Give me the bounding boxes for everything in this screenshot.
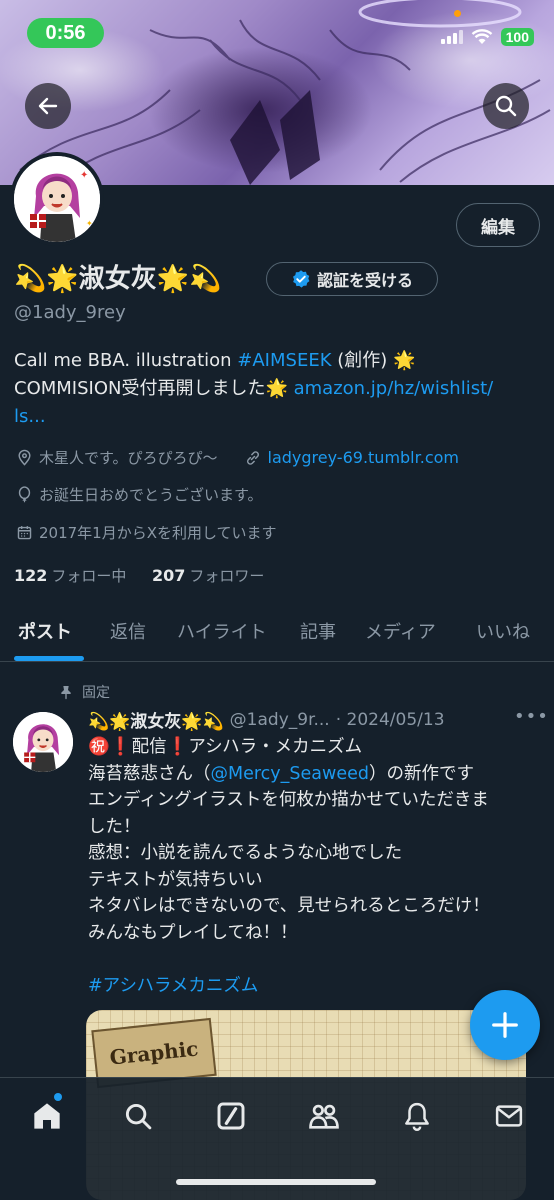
nav-home[interactable] <box>24 1096 70 1136</box>
profile-tabs: ポスト 返信 ハイライト 記事 メディア いいね <box>0 600 554 662</box>
profile-handle: @1ady_9rey <box>14 302 126 323</box>
messages-icon <box>495 1105 523 1127</box>
tab-replies[interactable]: 返信 <box>110 618 146 644</box>
following-link[interactable]: 122 フォロー中 <box>14 566 127 585</box>
mention-link[interactable]: @Mercy_Seaweed <box>211 764 369 784</box>
notification-dot <box>54 1093 62 1101</box>
post-line: 海苔慈悲さん（@Mercy_Seaweed）の新作です <box>88 761 538 788</box>
battery-indicator: 100 <box>500 28 534 46</box>
post-author-name[interactable]: 💫🌟淑女灰🌟💫 <box>88 707 224 732</box>
tab-media[interactable]: メディア <box>365 618 436 644</box>
bio-hashtag-link[interactable]: #AIMSEEK <box>237 350 331 371</box>
back-button[interactable] <box>25 83 71 129</box>
post-line: エンディングイラストを何枚か描かせていただきま <box>88 790 489 810</box>
post-body: ㊗️❗️配信❗️アシハラ・メカニズム 海苔慈悲さん（@Mercy_Seaweed… <box>88 734 538 999</box>
search-button[interactable] <box>483 83 529 129</box>
nav-notifications[interactable] <box>394 1096 440 1136</box>
svg-text:✦: ✦ <box>86 219 93 228</box>
nav-messages[interactable] <box>486 1096 532 1136</box>
notifications-icon <box>405 1102 429 1131</box>
post-line: テキストが気持ちいい <box>88 869 263 890</box>
post-text-segment: 海苔慈悲さん（ <box>88 763 211 784</box>
post-date[interactable]: · 2024/05/13 <box>336 710 445 730</box>
followers-label: フォロワー <box>189 567 265 585</box>
pinned-text: 固定 <box>82 685 110 701</box>
bio-wishlist-link-cont[interactable]: ls... <box>14 406 46 427</box>
tab-articles[interactable]: 記事 <box>300 618 336 644</box>
post-line: ネタバレはできないので、見せられるところだけ！ <box>88 896 490 916</box>
nav-explore[interactable] <box>115 1096 161 1136</box>
bio-text: Call me BBA. illustration <box>14 350 238 371</box>
cellular-signal-icon <box>440 30 463 44</box>
post-blank-line <box>88 946 538 973</box>
verified-badge-icon <box>292 270 310 288</box>
search-icon <box>125 1103 152 1130</box>
post-line: みんなもプレイしてね！！ <box>88 922 298 943</box>
edit-profile-button[interactable]: 編集 <box>456 203 540 247</box>
tab-posts[interactable]: ポスト <box>18 618 72 644</box>
link-icon <box>246 450 259 465</box>
followers-count: 207 <box>151 566 186 585</box>
profile-meta-row: 木星人です。ぴろぴろぴ〜 ladygrey-69.tumblr.com <box>16 447 459 468</box>
pin-icon <box>61 686 71 700</box>
post-line: 感想：小説を読んでるような心地でした <box>88 843 403 863</box>
wifi-icon <box>471 29 492 44</box>
get-verified-label: 認証を受ける <box>316 271 413 290</box>
compose-button[interactable] <box>470 990 540 1060</box>
post-header: 💫🌟淑女灰🌟💫 @1ady_9r... · 2024/05/13 <box>88 707 445 733</box>
profile-website-link[interactable]: ladygrey-69.tumblr.com <box>268 448 459 467</box>
post-author-avatar[interactable] <box>13 712 73 772</box>
profile-birthday-row: お誕生日おめでとうございます。 <box>16 484 263 505</box>
home-indicator[interactable] <box>176 1179 376 1185</box>
tab-likes[interactable]: いいね <box>476 618 530 644</box>
nav-grok[interactable] <box>208 1096 254 1136</box>
bio-wishlist-link[interactable]: amazon.jp/hz/wishlist/ <box>294 378 494 399</box>
avatar-illustration: ✦ ✦ <box>14 156 100 242</box>
balloon-icon <box>18 486 31 503</box>
search-icon <box>495 95 517 117</box>
profile-birthday: お誕生日おめでとうございます。 <box>39 486 263 504</box>
followers-link[interactable]: 207 フォロワー <box>151 566 265 585</box>
post-author-handle[interactable]: @1ady_9r... <box>230 710 330 730</box>
post-text-segment: ）の新作です <box>368 763 474 784</box>
post-hashtag-link[interactable]: #アシハラメカニズム <box>88 973 538 1000</box>
communities-icon <box>309 1104 339 1129</box>
bio-text: (創作) 🌟 <box>331 350 416 371</box>
status-time: 0:56 <box>27 18 104 48</box>
profile-name: 💫🌟淑女灰🌟💫 <box>14 264 222 294</box>
nav-communities[interactable] <box>301 1096 347 1136</box>
pinned-label: 固定 <box>58 682 110 702</box>
profile-joined-row: 2017年1月からXを利用しています <box>16 522 277 543</box>
plus-icon <box>492 1012 518 1038</box>
follow-stats: 122 フォロー中 207 フォロワー <box>14 565 264 586</box>
grok-icon <box>217 1102 245 1130</box>
get-verified-button[interactable]: 認証を受ける <box>266 262 438 296</box>
recording-indicator <box>454 10 461 17</box>
calendar-icon <box>17 526 32 540</box>
profile-joined-date: 2017年1月からXを利用しています <box>39 524 277 542</box>
avatar-illustration <box>13 712 73 772</box>
active-tab-indicator <box>14 656 84 661</box>
bio-text: COMMISION受付再開しました🌟 <box>14 378 294 399</box>
following-count: 122 <box>14 566 48 585</box>
status-icons: 100 <box>440 28 534 46</box>
post-line: ㊗️❗️配信❗️アシハラ・メカニズム <box>88 737 363 757</box>
post-more-button[interactable]: ••• <box>514 706 549 727</box>
following-label: フォロー中 <box>51 567 127 585</box>
arrow-left-icon <box>38 97 58 115</box>
post-line: した！ <box>88 816 141 837</box>
profile-bio: Call me BBA. illustration #AIMSEEK (創作) … <box>14 347 544 431</box>
profile-location: 木星人です。ぴろぴろぴ〜 <box>39 449 218 467</box>
profile-avatar[interactable]: ✦ ✦ <box>10 152 104 246</box>
tab-highlights[interactable]: ハイライト <box>177 618 267 644</box>
home-icon <box>34 1103 60 1129</box>
location-pin-icon <box>18 449 31 466</box>
svg-text:✦: ✦ <box>80 170 88 181</box>
